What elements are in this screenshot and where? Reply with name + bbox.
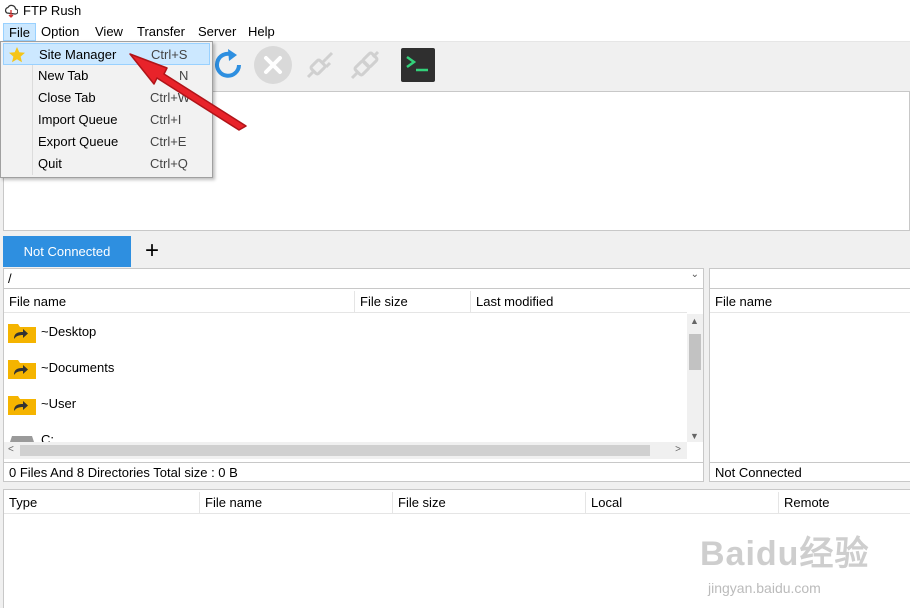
title-bar: FTP Rush — [0, 0, 910, 22]
folder-shortcut-icon — [8, 396, 36, 415]
local-status-text: 0 Files And 8 Directories Total size : 0… — [9, 465, 238, 480]
remote-path-combo[interactable] — [710, 269, 910, 289]
terminal-button[interactable] — [398, 45, 438, 85]
stop-button[interactable] — [253, 45, 293, 85]
remote-status-bar: Not Connected — [710, 462, 910, 481]
column-local[interactable]: Local — [586, 492, 779, 514]
drive-icon — [10, 436, 34, 442]
plug-button[interactable] — [345, 45, 385, 85]
menu-file[interactable]: File — [3, 23, 36, 41]
chevron-left-icon[interactable]: < — [8, 444, 14, 455]
chevron-down-icon[interactable]: ▼ — [690, 431, 699, 441]
menu-help[interactable]: Help — [243, 23, 280, 41]
column-file-size[interactable]: File size — [393, 492, 586, 514]
vertical-scrollbar[interactable]: ▲ ▼ — [687, 314, 703, 442]
list-item[interactable]: ~User — [4, 386, 687, 422]
disconnect-icon — [306, 51, 334, 79]
local-status-bar: 0 Files And 8 Directories Total size : 0… — [4, 462, 703, 481]
transfer-queue-panel: Type File name File size Local Remote — [3, 489, 910, 608]
column-file-size[interactable]: File size — [355, 291, 471, 313]
menu-item-label: Import Queue — [38, 112, 118, 127]
file-name: ~User — [41, 396, 77, 411]
local-column-header: File name File size Last modified — [4, 291, 687, 313]
column-file-name[interactable]: File name — [4, 291, 355, 313]
window-title: FTP Rush — [23, 3, 82, 18]
horizontal-scrollbar[interactable]: < > — [4, 442, 687, 459]
remote-status-text: Not Connected — [715, 465, 802, 480]
terminal-icon — [401, 48, 435, 82]
menu-view[interactable]: View — [90, 23, 128, 41]
file-name: ~Documents — [41, 360, 115, 375]
folder-shortcut-icon — [8, 360, 36, 379]
column-file-name[interactable]: File name — [710, 291, 910, 313]
file-name: C: — [41, 432, 54, 442]
remote-column-header: File name — [710, 291, 910, 313]
menu-item-label: New Tab — [38, 68, 89, 83]
menu-server[interactable]: Server — [193, 23, 241, 41]
plug-icon — [350, 50, 380, 80]
add-tab-button[interactable]: + — [141, 238, 163, 264]
menu-item-label: Site Manager — [39, 47, 117, 62]
disconnect-button[interactable] — [300, 45, 340, 85]
local-file-list: ~Desktop ~Documents ~User C: — [4, 314, 687, 442]
remote-file-panel: File name Not Connected — [709, 268, 910, 482]
tab-not-connected[interactable]: Not Connected — [3, 236, 131, 267]
file-name: ~Desktop — [41, 324, 97, 339]
annotation-arrow-icon — [129, 53, 247, 131]
list-item[interactable]: ~Documents — [4, 350, 687, 386]
menu-option[interactable]: Option — [36, 23, 84, 41]
local-file-panel: / ⌄ File name File size Last modified ~D… — [3, 268, 704, 482]
chevron-up-icon[interactable]: ▲ — [690, 316, 699, 326]
menu-item-label: Export Queue — [38, 134, 119, 149]
menu-item-quit[interactable]: Quit Ctrl+Q — [3, 153, 210, 175]
local-path-combo[interactable]: / ⌄ — [4, 269, 703, 289]
column-last-modified[interactable]: Last modified — [471, 291, 687, 313]
menu-transfer[interactable]: Transfer — [132, 23, 190, 41]
menu-item-label: Quit — [38, 156, 62, 171]
queue-column-header: Type File name File size Local Remote — [4, 492, 910, 514]
menu-item-shortcut: Ctrl+Q — [150, 156, 188, 171]
stop-icon — [254, 46, 292, 84]
menu-item-label: Close Tab — [38, 90, 96, 105]
local-path: / — [8, 271, 12, 286]
menu-item-shortcut: Ctrl+E — [150, 134, 187, 149]
scrollbar-thumb[interactable] — [20, 445, 650, 456]
column-file-name[interactable]: File name — [200, 492, 393, 514]
folder-shortcut-icon — [8, 324, 36, 343]
app-icon — [4, 4, 18, 18]
list-item[interactable]: C: — [4, 422, 687, 442]
list-item[interactable]: ~Desktop — [4, 314, 687, 350]
menu-bar: File Option View Transfer Server Help — [0, 22, 910, 42]
star-icon — [9, 47, 25, 63]
column-remote[interactable]: Remote — [779, 492, 910, 514]
chevron-down-icon[interactable]: ⌄ — [691, 269, 699, 280]
connection-tabs: Not Connected + — [0, 236, 910, 267]
scrollbar-thumb[interactable] — [689, 334, 701, 370]
chevron-right-icon[interactable]: > — [675, 444, 681, 455]
column-type[interactable]: Type — [4, 492, 200, 514]
